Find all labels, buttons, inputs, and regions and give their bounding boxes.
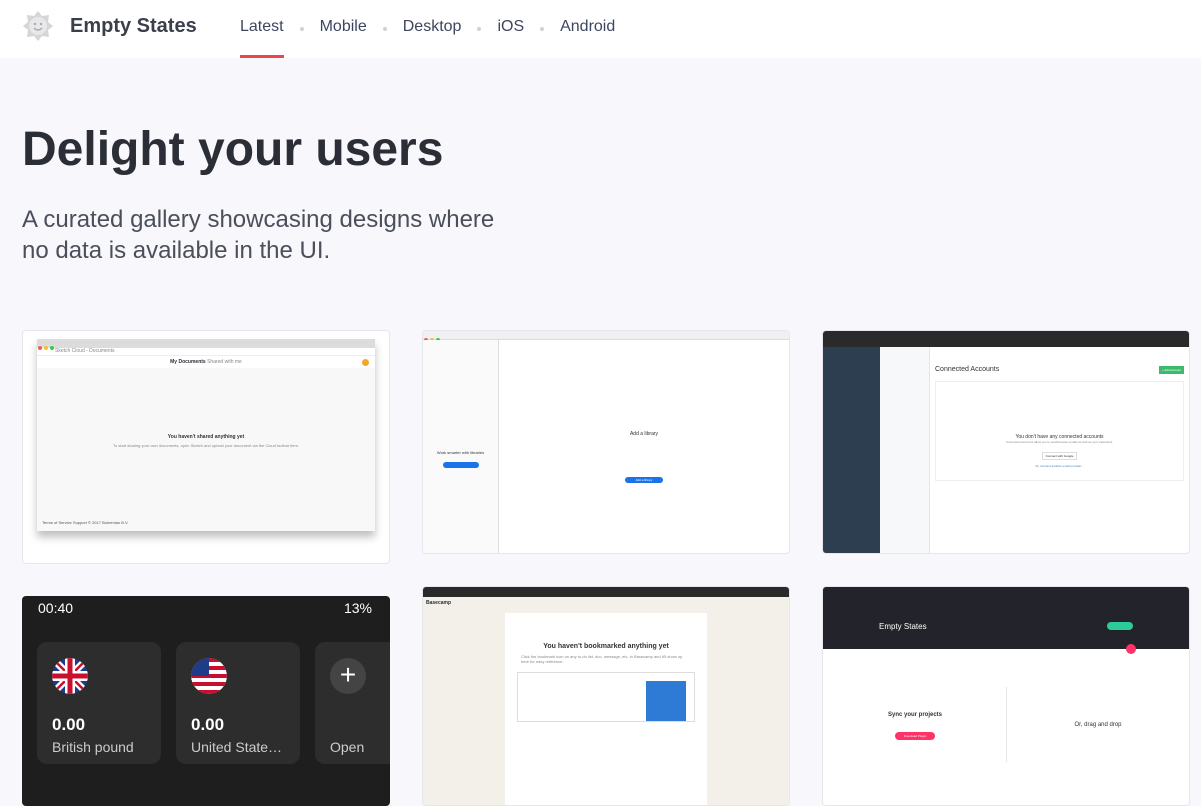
nav-separator: [382, 27, 387, 31]
empty-body: Connected accounts allow you to send/rec…: [1005, 440, 1114, 444]
nav-separator: [299, 27, 304, 31]
currency-tile: 0.00 British pound: [37, 642, 161, 764]
us-flag-icon: [191, 658, 227, 694]
currency-name: United State…: [191, 739, 283, 755]
currency-name: British pound: [52, 739, 134, 755]
add-library-button: Add a library: [625, 477, 663, 483]
status-battery: 13%: [343, 600, 372, 616]
screenshot-thumbnail: Sketch Cloud - Documents My Documents Sh…: [37, 339, 375, 531]
empty-body: To start sharing your own documents, ope…: [113, 443, 299, 448]
open-label: Open: [330, 739, 365, 755]
gallery-card-basecamp[interactable]: Basecamp You haven't bookmarked anything…: [422, 586, 790, 806]
main-nav: Latest Mobile Desktop iOS Android: [240, 0, 615, 58]
download-plugin-button: Download Plugin: [895, 732, 935, 740]
page-subtitle: A curated gallery showcasing designs whe…: [22, 206, 495, 264]
nav-mobile[interactable]: Mobile: [320, 0, 367, 58]
drag-drop-heading: Or, drag and drop: [1074, 722, 1122, 728]
footer-links: Terms of Service Support © 2017 Bohemian…: [42, 520, 129, 525]
add-account-button: + Add account: [1158, 366, 1184, 374]
nav-android[interactable]: Android: [560, 0, 615, 58]
gallery-card-connected-accounts[interactable]: Connected Accounts + Add account You don…: [822, 330, 1190, 554]
panel-title: Connected Accounts: [935, 366, 1000, 373]
add-currency-tile: + Open: [315, 642, 390, 764]
smiley-sun-icon[interactable]: [22, 10, 54, 42]
gallery-card-invision[interactable]: Empty States Sync your projects Download…: [822, 586, 1190, 806]
gallery-card-sketch-cloud[interactable]: Sketch Cloud - Documents My Documents Sh…: [22, 330, 390, 564]
basecamp-brand: Basecamp: [423, 597, 789, 611]
currency-amount: 0.00: [191, 715, 225, 734]
tab-my-documents: My Documents: [170, 359, 206, 365]
currency-tile: 0.00 United State…: [176, 642, 300, 764]
gallery-card-libraries[interactable]: Work smarter with libraries Add a librar…: [422, 330, 790, 554]
avatar: [362, 359, 369, 366]
site-header: Empty States Latest Mobile Desktop iOS A…: [0, 0, 1201, 58]
plus-icon: +: [330, 658, 366, 694]
sync-heading: Sync your projects: [887, 712, 943, 718]
nav-ios[interactable]: iOS: [497, 0, 524, 58]
project-title: Empty States: [879, 622, 927, 631]
empty-heading: You haven't shared anything yet: [167, 434, 245, 440]
status-time: 00:40: [38, 600, 74, 616]
empty-heading: You haven't bookmarked anything yet: [543, 643, 669, 650]
left-heading: Work smarter with libraries: [436, 450, 485, 455]
brand-name[interactable]: Empty States: [70, 15, 197, 38]
empty-heading: Add a library: [629, 431, 659, 437]
nav-separator: [540, 27, 545, 31]
currency-amount: 0.00: [52, 715, 86, 734]
tab-shared: Shared with me: [207, 359, 242, 365]
page-title: Delight your users: [22, 123, 444, 176]
nav-desktop[interactable]: Desktop: [403, 0, 462, 58]
connect-google-button: Connect with Google: [1041, 452, 1078, 460]
nav-separator: [477, 27, 482, 31]
uk-flag-icon: [52, 658, 88, 694]
connect-other-link: Or, connect another email provider...: [1035, 464, 1084, 468]
gallery-card-currency-app[interactable]: 00:40 13% 0.00 British pound 0.00 United…: [22, 596, 390, 806]
browser-tab: Sketch Cloud - Documents: [55, 348, 115, 354]
nav-latest[interactable]: Latest: [240, 0, 284, 58]
empty-body: Click the bookmark icon on any to-do lis…: [521, 654, 683, 664]
